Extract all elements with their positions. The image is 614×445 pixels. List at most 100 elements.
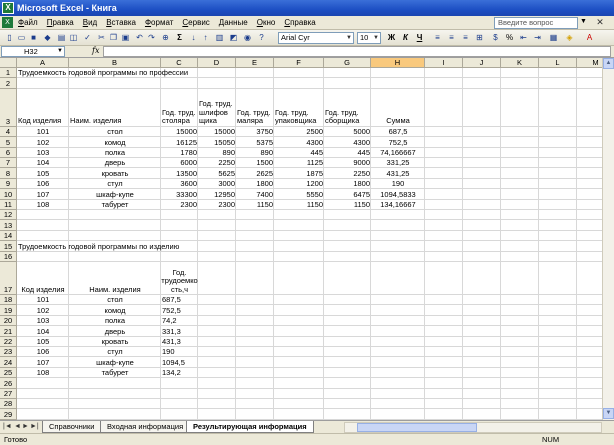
table2-header[interactable]: Наим. изделия xyxy=(69,262,161,295)
table1-cell[interactable]: 108 xyxy=(17,200,69,210)
table2-cell[interactable]: 431,3 xyxy=(161,337,198,347)
table1-header[interactable]: Наим. изделия xyxy=(69,89,161,127)
table2-cell[interactable]: 752,5 xyxy=(161,305,198,315)
help-dropdown-icon[interactable]: ▼ xyxy=(580,18,587,25)
row-header-27[interactable]: 27 xyxy=(0,388,17,399)
column-header-a[interactable]: A xyxy=(17,58,69,68)
tab-sheet-references[interactable]: Справочники xyxy=(42,421,102,433)
sort-asc-icon[interactable]: ↓ xyxy=(188,32,199,43)
table1-cell[interactable]: 1800 xyxy=(236,179,274,189)
row-header-11[interactable]: 11 xyxy=(0,199,17,210)
table2-cell[interactable]: 687,5 xyxy=(161,295,198,305)
table1-cell[interactable]: 1150 xyxy=(236,200,274,210)
save-icon[interactable]: ■ xyxy=(28,32,39,43)
table2-cell[interactable]: полка xyxy=(69,316,161,326)
table1-cell[interactable]: 74,166667 xyxy=(371,148,425,158)
table1-cell[interactable]: 2300 xyxy=(198,200,236,210)
table1-header[interactable]: Код изделия xyxy=(17,89,69,127)
row-header-21[interactable]: 21 xyxy=(0,326,17,337)
table1-cell[interactable]: 1500 xyxy=(236,158,274,168)
table1-cell[interactable]: 431,25 xyxy=(371,168,425,178)
print-icon[interactable]: ▤ xyxy=(56,32,67,43)
row-header-3[interactable]: 3 xyxy=(0,88,17,127)
table1-header[interactable]: Сумма xyxy=(371,89,425,127)
table2-cell[interactable]: 107 xyxy=(17,357,69,367)
table1-cell[interactable]: 890 xyxy=(236,148,274,158)
table2-cell[interactable]: 74,2 xyxy=(161,316,198,326)
align-right-icon[interactable]: ≡ xyxy=(460,32,471,43)
table1-cell[interactable]: табурет xyxy=(69,200,161,210)
row-header-23[interactable]: 23 xyxy=(0,347,17,358)
menu-edit[interactable]: Правка xyxy=(47,18,74,27)
table1-cell[interactable]: 3600 xyxy=(161,179,198,189)
last-sheet-icon[interactable]: ►| xyxy=(30,423,39,430)
autosum-icon[interactable]: Σ xyxy=(174,32,185,43)
table1-cell[interactable]: 12950 xyxy=(198,189,236,199)
table1-cell[interactable]: 2250 xyxy=(198,158,236,168)
column-header-c[interactable]: C xyxy=(161,58,198,68)
table1-cell[interactable]: 445 xyxy=(274,148,324,158)
cut-icon[interactable]: ✂ xyxy=(96,32,107,43)
table1-cell[interactable]: 102 xyxy=(17,137,69,147)
row-header-13[interactable]: 13 xyxy=(0,220,17,231)
open-file-icon[interactable]: ▭ xyxy=(16,32,27,43)
table1-cell[interactable]: 3000 xyxy=(198,179,236,189)
table2-cell[interactable]: 102 xyxy=(17,305,69,315)
table1-header[interactable]: Год. труд. сборщика xyxy=(324,89,371,127)
menu-view[interactable]: Вид xyxy=(83,18,97,27)
table1-cell[interactable]: 2625 xyxy=(236,168,274,178)
table2-cell[interactable]: шкаф-купе xyxy=(69,357,161,367)
column-header-e[interactable]: E xyxy=(236,58,274,68)
row-header-24[interactable]: 24 xyxy=(0,357,17,368)
prev-sheet-icon[interactable]: ◄ xyxy=(14,423,21,430)
table1-cell[interactable]: 1780 xyxy=(161,148,198,158)
table1-cell[interactable]: 190 xyxy=(371,179,425,189)
help-search-input[interactable]: Введите вопрос xyxy=(494,17,578,29)
table1-cell[interactable]: 13500 xyxy=(161,168,198,178)
spreadsheet-grid[interactable]: A B C D E F G H I J K L M 1 2 3 4 5 6 7 8 9 10 11 12 13 14 15 16 17 18… xyxy=(0,58,602,420)
table2-cell[interactable]: стол xyxy=(69,295,161,305)
table1-cell[interactable]: кровать xyxy=(69,168,161,178)
row-header-25[interactable]: 25 xyxy=(0,367,17,379)
scroll-up-icon[interactable]: ▲ xyxy=(603,58,614,69)
row-header-20[interactable]: 20 xyxy=(0,315,17,327)
table2-cell[interactable]: комод xyxy=(69,305,161,315)
new-file-icon[interactable]: ▯ xyxy=(4,32,15,43)
close-document-icon[interactable]: ✕ xyxy=(594,17,606,28)
row-header-17[interactable]: 17 xyxy=(0,262,17,295)
table2-cell[interactable]: 101 xyxy=(17,295,69,305)
align-left-icon[interactable]: ≡ xyxy=(432,32,443,43)
table1-cell[interactable]: 7400 xyxy=(236,189,274,199)
paste-icon[interactable]: ▣ xyxy=(120,32,131,43)
tab-sheet-results[interactable]: Результирующая информация xyxy=(186,421,314,433)
table2-cell[interactable]: 103 xyxy=(17,316,69,326)
table1-cell[interactable]: 9000 xyxy=(324,158,371,168)
zoom-icon[interactable]: ◉ xyxy=(242,32,253,43)
table1-cell[interactable]: 2500 xyxy=(274,127,324,137)
table2-cell[interactable]: 105 xyxy=(17,337,69,347)
table1-cell[interactable]: 3750 xyxy=(236,127,274,137)
table1-cell[interactable]: 106 xyxy=(17,179,69,189)
table1-cell[interactable]: 4300 xyxy=(274,137,324,147)
table1-cell[interactable]: 5625 xyxy=(198,168,236,178)
font-size-select[interactable]: 10 ▼ xyxy=(357,32,381,44)
table1-cell[interactable]: 5375 xyxy=(236,137,274,147)
fill-color-icon[interactable]: ◈ xyxy=(564,32,575,43)
column-header-h[interactable]: H xyxy=(371,58,425,68)
row-header-5[interactable]: 5 xyxy=(0,137,17,148)
table1-cell[interactable]: 104 xyxy=(17,158,69,168)
next-sheet-icon[interactable]: ► xyxy=(22,423,29,430)
table2-cell[interactable]: 108 xyxy=(17,368,69,378)
table1-cell[interactable]: 103 xyxy=(17,148,69,158)
row-header-2[interactable]: 2 xyxy=(0,78,17,89)
menu-help[interactable]: Справка xyxy=(284,18,315,27)
column-header-g[interactable]: G xyxy=(324,58,371,68)
undo-icon[interactable]: ↶ xyxy=(134,32,145,43)
column-header-b[interactable]: B xyxy=(69,58,161,68)
currency-icon[interactable]: $ xyxy=(490,32,501,43)
column-header-f[interactable]: F xyxy=(274,58,324,68)
menu-insert[interactable]: Вставка xyxy=(106,18,136,27)
table2-cell[interactable]: табурет xyxy=(69,368,161,378)
row-header-16[interactable]: 16 xyxy=(0,251,17,262)
table1-cell[interactable]: 15050 xyxy=(198,137,236,147)
